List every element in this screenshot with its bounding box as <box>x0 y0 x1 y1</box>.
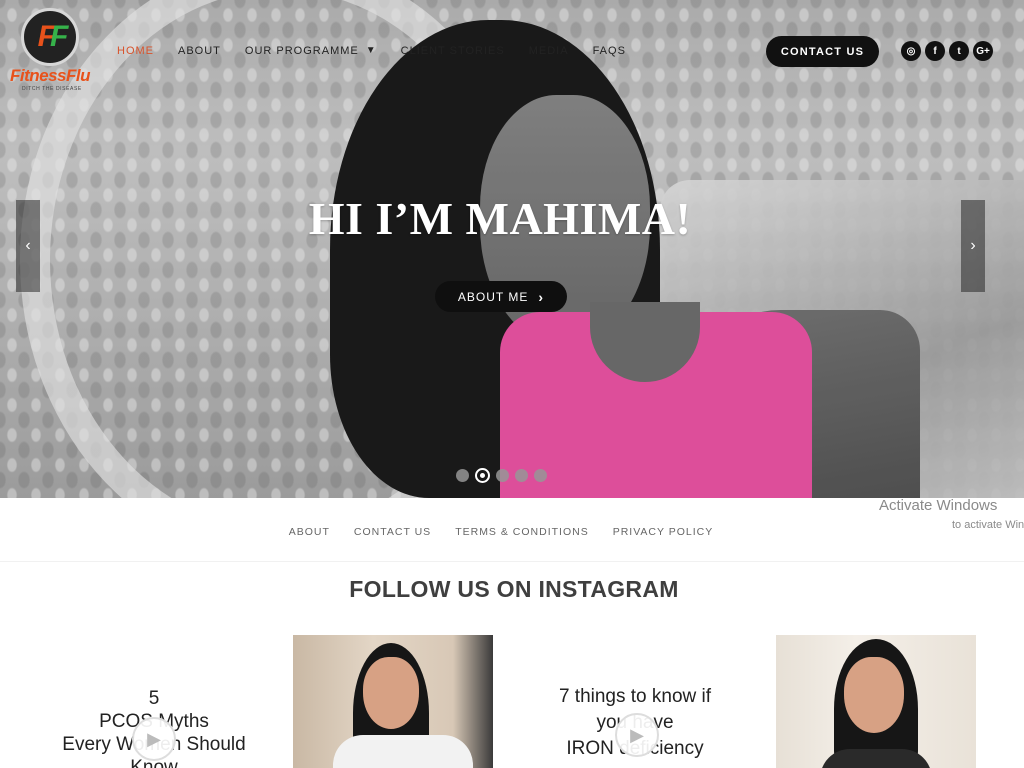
facebook-icon[interactable]: f <box>925 41 945 61</box>
post-person-body <box>333 735 473 768</box>
instagram-post[interactable] <box>293 635 493 768</box>
footer-link-privacy[interactable]: PRIVACY POLICY <box>613 526 714 538</box>
instagram-post[interactable] <box>776 635 976 768</box>
chevron-down-icon: ▼ <box>365 45 377 56</box>
instagram-post[interactable]: 5 PCOS Myths Every Women Should Know ▶ <box>54 635 254 768</box>
hero-overlay <box>0 0 1024 498</box>
chevron-left-icon: ‹ <box>25 237 31 254</box>
slider-dot[interactable] <box>496 469 509 482</box>
google-plus-icon[interactable]: G+ <box>973 41 993 61</box>
nav-item-media[interactable]: MEDIA <box>529 44 569 58</box>
chevron-right-icon: › <box>970 237 976 254</box>
play-icon[interactable]: ▶ <box>132 717 176 761</box>
slider-dots <box>456 468 547 483</box>
post-person-face <box>844 657 904 733</box>
slider-dot-active[interactable] <box>475 468 490 483</box>
nav-item-about[interactable]: ABOUT <box>178 44 221 58</box>
instagram-section-title: FOLLOW US ON INSTAGRAM <box>349 576 679 602</box>
nav-item-client-stories[interactable]: CLIENT STORIES <box>401 44 505 58</box>
windows-activation-watermark: Activate Windows <box>879 497 998 514</box>
twitter-icon[interactable]: t <box>949 41 969 61</box>
footer-link-contact-us[interactable]: CONTACT US <box>354 526 431 538</box>
main-nav: HOME ABOUT OUR PROGRAMME ▼ CLIENT STORIES… <box>117 44 650 58</box>
footer-links: ABOUT CONTACT US TERMS & CONDITIONS PRIV… <box>0 526 1002 538</box>
footer-link-about[interactable]: ABOUT <box>289 526 330 538</box>
logo-mark: FF <box>21 8 79 66</box>
instagram-icon[interactable]: ◎ <box>901 41 921 61</box>
windows-activation-subtext: to activate Win <box>952 519 1024 531</box>
post-person-face <box>363 657 419 729</box>
logo-wordmark: FitnessFlu <box>10 66 91 85</box>
instagram-post[interactable]: 7 things to know if you have IRON defici… <box>535 635 735 768</box>
play-icon[interactable]: ▶ <box>615 713 659 757</box>
nav-item-home[interactable]: HOME <box>117 44 154 58</box>
slider-dot[interactable] <box>456 469 469 482</box>
slider-next-button[interactable]: › <box>961 200 985 292</box>
contact-us-button[interactable]: CONTACT US <box>766 36 879 67</box>
site-logo[interactable]: FF FitnessFlu DITCH THE DISEASE <box>8 6 92 92</box>
post-text-line: 5 <box>148 688 160 709</box>
slider-dot[interactable] <box>534 469 547 482</box>
social-links: ◎ f t G+ <box>901 41 993 61</box>
logo-tagline: DITCH THE DISEASE <box>22 86 82 92</box>
slider-prev-button[interactable]: ‹ <box>16 200 40 292</box>
post-person-body <box>820 749 932 768</box>
post-text-line: 7 things to know if <box>558 686 712 707</box>
chevron-right-icon: › <box>538 288 545 305</box>
slider-dot[interactable] <box>515 469 528 482</box>
footer-link-terms[interactable]: TERMS & CONDITIONS <box>455 526 589 538</box>
nav-item-our-programme[interactable]: OUR PROGRAMME ▼ <box>245 44 377 58</box>
about-me-button[interactable]: ABOUT ME › <box>435 281 567 312</box>
section-divider <box>0 561 1024 562</box>
nav-item-faqs[interactable]: FAQS <box>593 44 626 58</box>
hero-title: HI I’M MAHIMA! <box>308 193 692 244</box>
hero-slider <box>0 0 1024 498</box>
